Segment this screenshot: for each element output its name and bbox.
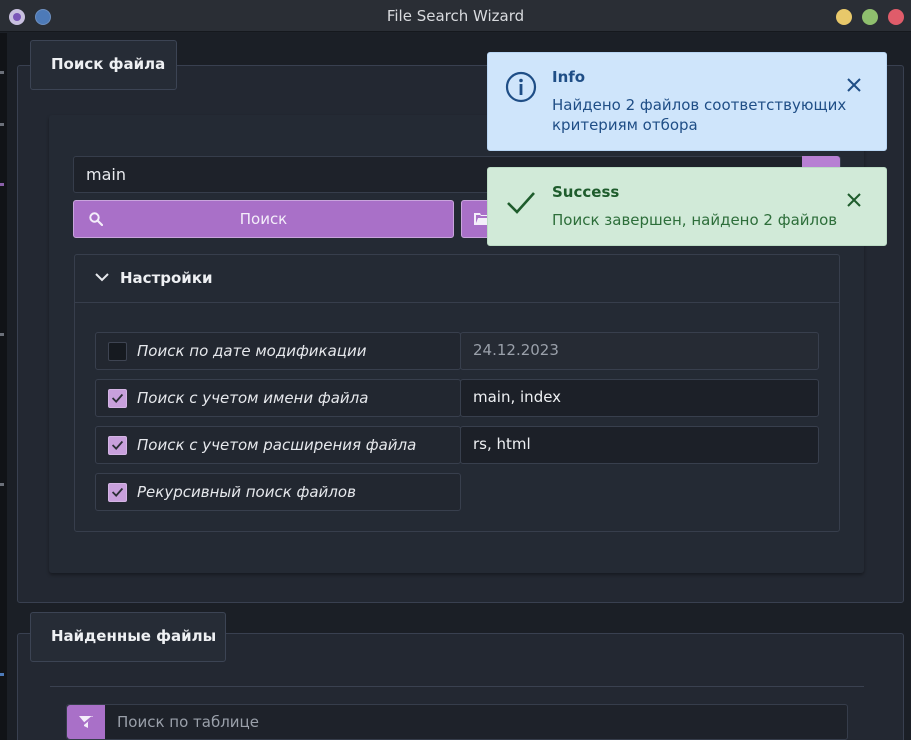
- minimize-button[interactable]: [836, 9, 852, 25]
- maximize-button[interactable]: [862, 9, 878, 25]
- section-divider: [50, 686, 864, 687]
- checkmark-icon: [111, 440, 124, 450]
- search-button-label: Поиск: [239, 210, 288, 228]
- settings-title: Настройки: [120, 269, 213, 287]
- checkmark-icon: [111, 393, 124, 403]
- settings-header[interactable]: Настройки: [75, 255, 839, 303]
- info-toast-title: Info: [552, 68, 586, 86]
- chevron-down-icon: [95, 273, 109, 282]
- extension-field[interactable]: rs, html: [460, 426, 819, 464]
- check-icon: [507, 192, 535, 214]
- checkmark-icon: [111, 487, 124, 497]
- success-toast-title: Success: [552, 183, 620, 201]
- tab-search-file[interactable]: Поиск файла: [30, 40, 177, 90]
- checkbox-date[interactable]: [108, 342, 127, 361]
- checkbox-recursive[interactable]: [108, 483, 127, 502]
- option-row-recursive[interactable]: Рекурсивный поиск файлов: [95, 473, 461, 511]
- table-search-placeholder: Поиск по таблице: [117, 713, 259, 731]
- date-field[interactable]: 24.12.2023: [460, 332, 819, 370]
- search-button[interactable]: Поиск: [73, 200, 454, 238]
- success-toast-message: Поиск завершен, найдено 2 файлов: [552, 211, 838, 229]
- info-toast-message: Найдено 2 файлов соответствующих критери…: [552, 96, 847, 134]
- option-label-date: Поиск по дате модификации: [137, 342, 367, 360]
- option-label-recursive: Рекурсивный поиск файлов: [137, 483, 356, 501]
- option-label-extension: Поиск с учетом расширения файла: [137, 436, 417, 454]
- title-bar: File Search Wizard: [0, 0, 911, 32]
- checkbox-extension[interactable]: [108, 436, 127, 455]
- search-icon: [89, 212, 103, 226]
- info-toast: Info Найдено 2 файлов соответствующих кр…: [487, 52, 887, 151]
- name-field[interactable]: main, index: [460, 379, 819, 417]
- option-row-name[interactable]: Поиск с учетом имени файла: [95, 379, 461, 417]
- checkbox-name[interactable]: [108, 389, 127, 408]
- tab-found-files[interactable]: Найденные файлы: [30, 612, 226, 662]
- close-icon[interactable]: [847, 193, 861, 207]
- option-label-name: Поиск с учетом имени файла: [137, 389, 369, 407]
- option-row-date[interactable]: Поиск по дате модификации: [95, 332, 461, 370]
- clear-filter-button[interactable]: [67, 705, 105, 739]
- close-icon[interactable]: [847, 78, 861, 92]
- window-title: File Search Wizard: [386, 7, 525, 25]
- close-window-button[interactable]: [888, 9, 904, 25]
- left-edge-strip: [0, 33, 7, 740]
- info-icon: [505, 71, 537, 103]
- table-search-input[interactable]: Поиск по таблице: [66, 704, 848, 740]
- success-toast: Success Поиск завершен, найдено 2 файлов: [487, 167, 887, 246]
- filter-clear-icon: [79, 716, 93, 728]
- option-row-extension[interactable]: Поиск с учетом расширения файла: [95, 426, 461, 464]
